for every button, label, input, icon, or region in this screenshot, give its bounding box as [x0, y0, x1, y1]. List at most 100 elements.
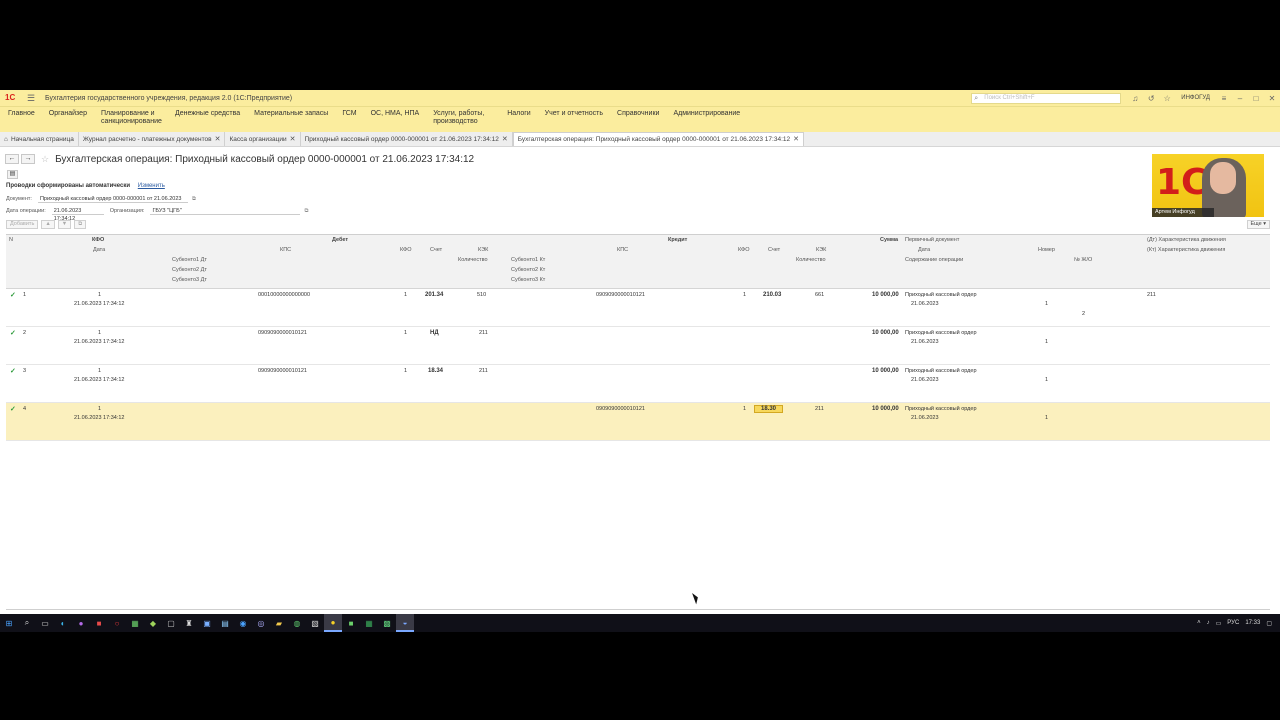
col-dt-kps[interactable]: КПС	[280, 247, 291, 253]
settings-icon[interactable]: ≡	[1216, 94, 1232, 103]
app-icon[interactable]: ■	[342, 614, 360, 632]
post-button[interactable]: ▤	[7, 170, 18, 179]
1c-app-icon[interactable]: ●	[324, 614, 342, 632]
move-up-icon[interactable]: ▲	[41, 220, 55, 229]
col-sub2-kt[interactable]: Субконто2 Кт	[511, 267, 545, 273]
chrome-icon[interactable]: ◍	[288, 614, 306, 632]
menu-item[interactable]: Справочники	[617, 110, 659, 118]
app-icon[interactable]: ▩	[378, 614, 396, 632]
col-content[interactable]: Содержание операции	[905, 257, 963, 263]
col-sub2-dt[interactable]: Субконто2 Дт	[172, 267, 207, 273]
app-icon[interactable]: ▢	[162, 614, 180, 632]
app-icon[interactable]: ▧	[306, 614, 324, 632]
col-kt-kfo[interactable]: КФО	[738, 247, 749, 253]
col-sub1-kt[interactable]: Субконто1 Кт	[511, 257, 545, 263]
menu-item[interactable]: Планирование и санкционирование	[101, 110, 162, 126]
col-sub1-dt[interactable]: Субконто1 Дт	[172, 257, 207, 263]
folder-icon[interactable]: ▰	[270, 614, 288, 632]
close-tab-icon[interactable]: ✕	[793, 133, 799, 146]
more-button[interactable]: Еще ▾	[1246, 220, 1270, 229]
menu-item[interactable]: Администрирование	[673, 110, 740, 118]
col-sum[interactable]: Сумма	[880, 237, 898, 243]
col-sub3-kt[interactable]: Субконто3 Кт	[511, 277, 545, 283]
col-credit[interactable]: Кредит	[668, 237, 687, 243]
edge-icon[interactable]: ◐	[54, 614, 72, 632]
app-icon[interactable]: ◒	[396, 614, 414, 632]
move-down-icon[interactable]: ▼	[57, 220, 72, 229]
language-indicator[interactable]: РУС	[1227, 620, 1239, 626]
col-kt-kek[interactable]: КЭК	[816, 247, 826, 253]
global-search-input[interactable]: ⌕ Поиск Ctrl+Shift+F	[971, 92, 1122, 104]
table-row-selected[interactable]: ✓ 4 1 21.06.2023 17:34:12 09090900000101…	[6, 403, 1270, 441]
user-name[interactable]: ИНФОГУД	[1181, 95, 1210, 101]
col-dt-kfo[interactable]: КФО	[400, 247, 411, 253]
app-icon[interactable]: ▦	[126, 614, 144, 632]
table-row[interactable]: ✓ 3 1 21.06.2023 17:34:12 09090900000101…	[6, 365, 1270, 403]
close-tab-icon[interactable]: ✕	[502, 133, 508, 146]
col-journal[interactable]: № Ж/О	[1074, 257, 1092, 263]
col-char-dt[interactable]: (Дт) Характеристика движения	[1147, 237, 1226, 243]
windows-start-icon[interactable]: ⊞	[0, 614, 18, 632]
close-icon[interactable]: ✕	[1264, 94, 1280, 103]
app-icon[interactable]: ▣	[198, 614, 216, 632]
close-tab-icon[interactable]: ✕	[215, 133, 221, 146]
chevron-up-icon[interactable]: ˄	[1197, 620, 1201, 626]
col-sub3-dt[interactable]: Субконто3 Дт	[172, 277, 207, 283]
bell-icon[interactable]: ♫	[1127, 94, 1143, 103]
tab-cash-order[interactable]: Приходный кассовый ордер 0000-000001 от …	[301, 132, 513, 146]
add-button[interactable]: Добавить	[6, 220, 39, 229]
col-n[interactable]: N	[9, 237, 13, 243]
col-doc-date[interactable]: Дата	[918, 247, 930, 253]
copy-icon[interactable]: ⧉	[74, 220, 87, 229]
open-link-icon[interactable]: ⧉	[304, 208, 308, 215]
menu-item[interactable]: ОС, НМА, НПА	[371, 110, 420, 118]
col-doc-num[interactable]: Номер	[1038, 247, 1055, 253]
forward-button[interactable]: →	[21, 154, 35, 164]
main-menu-icon[interactable]: ☰	[27, 93, 37, 104]
document-field[interactable]: Приходный кассовый ордер 0000-000001 от …	[37, 195, 188, 203]
col-debit[interactable]: Дебет	[332, 237, 348, 243]
tab-accounting-operation[interactable]: Бухгалтерская операция: Приходный кассов…	[512, 132, 804, 146]
network-icon[interactable]: ▭	[1216, 620, 1222, 627]
history-icon[interactable]: ↺	[1143, 94, 1159, 103]
menu-item[interactable]: ГСМ	[342, 110, 356, 118]
maximize-icon[interactable]: □	[1248, 94, 1264, 103]
change-link[interactable]: Изменить	[138, 183, 165, 189]
app-icon[interactable]: ◎	[252, 614, 270, 632]
menu-item[interactable]: Денежные средства	[175, 110, 240, 118]
tab-cash[interactable]: Касса организации ✕	[225, 132, 301, 146]
notifications-icon[interactable]: ▢	[1266, 620, 1272, 627]
favorite-star-icon[interactable]: ☆	[41, 154, 49, 165]
minimize-icon[interactable]: –	[1232, 94, 1248, 103]
menu-item[interactable]: Главное	[8, 110, 35, 118]
col-kt-account[interactable]: Счет	[768, 247, 780, 253]
close-tab-icon[interactable]: ✕	[290, 133, 296, 146]
app-icon[interactable]: ♜	[180, 614, 198, 632]
menu-item[interactable]: Органайзер	[49, 110, 87, 118]
app-icon[interactable]: ▤	[216, 614, 234, 632]
col-dt-kek[interactable]: КЭК	[478, 247, 488, 253]
org-field[interactable]: ГБУЗ "ЦГБ"	[150, 207, 301, 215]
clock[interactable]: 17:33	[1245, 620, 1260, 626]
app-icon[interactable]: ■	[90, 614, 108, 632]
task-view-icon[interactable]: ▭	[36, 614, 54, 632]
menu-item[interactable]: Налоги	[507, 110, 530, 118]
app-icon[interactable]: ◉	[234, 614, 252, 632]
menu-item[interactable]: Услуги, работы, производство	[433, 110, 493, 126]
tab-home[interactable]: ⌂ Начальная страница	[0, 132, 79, 146]
col-dt-qty[interactable]: Количество	[458, 257, 488, 263]
menu-item[interactable]: Учет и отчетность	[545, 110, 603, 118]
back-button[interactable]: ←	[5, 154, 19, 164]
cell-kt-account-active[interactable]: 18.30	[754, 405, 784, 413]
table-row[interactable]: ✓ 2 1 21.06.2023 17:34:12 09090900000101…	[6, 327, 1270, 365]
favorites-icon[interactable]: ☆	[1159, 94, 1175, 103]
col-kt-qty[interactable]: Количество	[796, 257, 826, 263]
col-primary-doc[interactable]: Первичный документ	[905, 237, 959, 243]
app-icon[interactable]: ●	[72, 614, 90, 632]
menu-item[interactable]: Материальные запасы	[254, 110, 328, 118]
col-kt-kps[interactable]: КПС	[617, 247, 628, 253]
open-link-icon[interactable]: ⧉	[192, 196, 196, 203]
col-dt-account[interactable]: Счет	[430, 247, 442, 253]
tab-journal[interactable]: Журнал расчетно - платежных документов ✕	[79, 132, 226, 146]
speaker-icon[interactable]: ♪	[1207, 620, 1210, 626]
